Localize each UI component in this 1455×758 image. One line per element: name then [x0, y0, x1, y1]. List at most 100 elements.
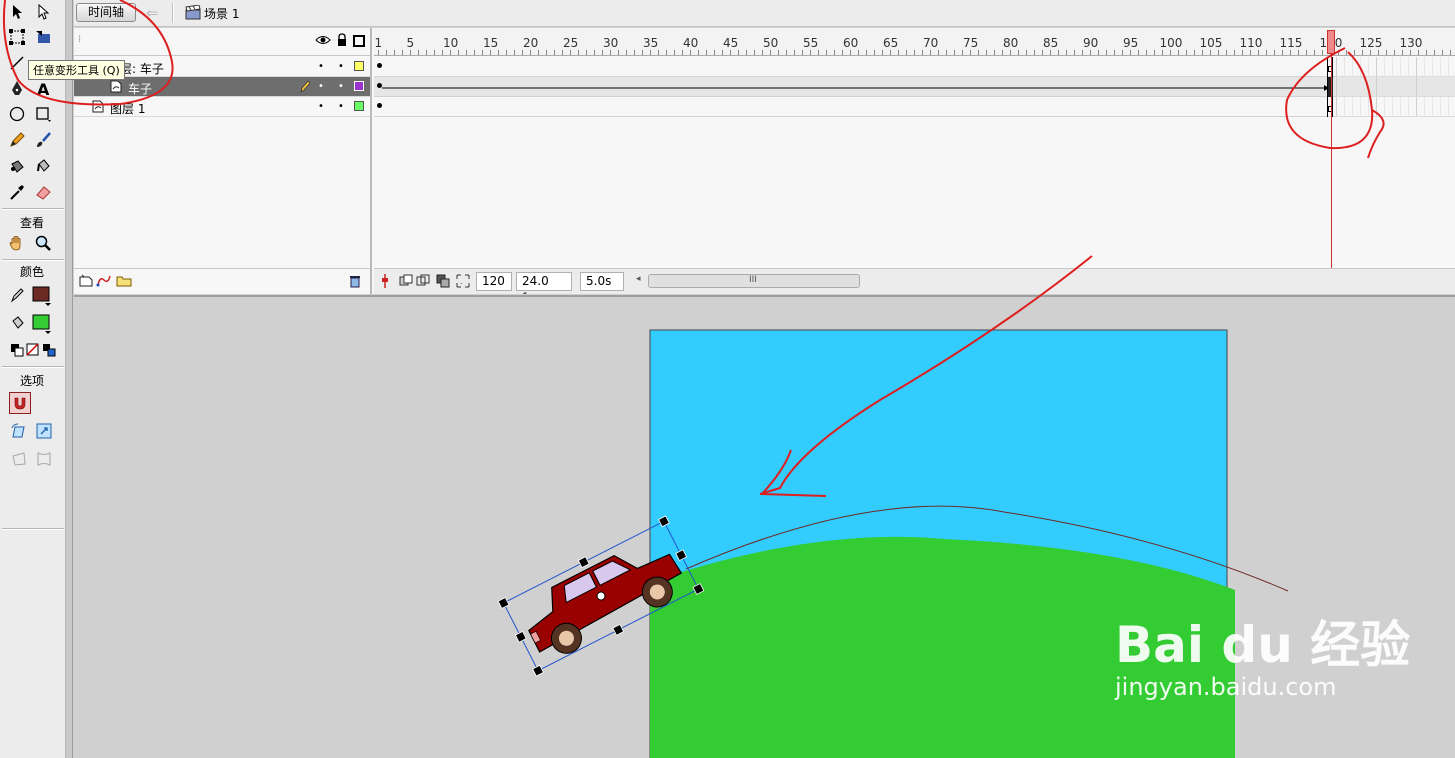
zoom-tool-icon[interactable] [32, 232, 54, 254]
pencil-tool-icon[interactable] [6, 129, 28, 151]
eye-icon[interactable] [315, 34, 331, 49]
view-section-label: 查看 [19, 216, 44, 230]
onion-skin-outlines-icon[interactable] [416, 274, 430, 291]
frame-number-label: 30 [603, 36, 619, 50]
frame-number-label: 75 [963, 36, 979, 50]
watermark-url: jingyan.baidu.com [1115, 673, 1337, 701]
modify-onion-markers-icon[interactable]: . [456, 274, 470, 291]
frame-row-guide[interactable] [374, 57, 1455, 77]
delete-layer-trash-icon[interactable] [348, 274, 362, 291]
edit-multiple-frames-icon[interactable] [436, 274, 450, 291]
colors-section-label: 颜色 [19, 265, 44, 279]
frame-number-label: 10 [443, 36, 459, 50]
options-section-label: 选项 [19, 374, 44, 388]
stroke-color-swatch[interactable] [30, 284, 52, 306]
fill-transform-tool-icon[interactable] [32, 26, 54, 48]
layer-color-swatch[interactable] [354, 81, 364, 91]
frame-row-car[interactable] [374, 77, 1455, 97]
timeline-toggle-button[interactable]: 时间轴 [76, 3, 136, 22]
frame-number-label: 55 [803, 36, 819, 50]
outline-icon[interactable] [353, 35, 365, 47]
scene-breadcrumb[interactable]: 场景 1 [204, 5, 239, 22]
selection-tool-icon[interactable] [6, 1, 28, 23]
elapsed-time-field[interactable]: 5.0s [580, 272, 624, 291]
back-arrow-icon: ⇐ [146, 4, 159, 22]
line-tool-icon[interactable] [6, 52, 28, 74]
frame-number-label: 25 [563, 36, 579, 50]
lock-dot[interactable]: • [338, 81, 344, 92]
timeline-horizontal-scrollbar[interactable]: III [648, 274, 860, 288]
frame-number-label: 5 [406, 36, 415, 50]
layer-name[interactable]: 图层 1 [110, 100, 145, 117]
center-frame-icon[interactable] [380, 274, 390, 291]
lock-dot[interactable]: • [338, 61, 344, 72]
tools-separator [2, 259, 64, 261]
frame-number-label: 85 [1043, 36, 1059, 50]
text-tool-icon[interactable]: A [32, 78, 54, 100]
subselection-tool-icon[interactable] [32, 1, 54, 23]
distort-icon [8, 448, 30, 470]
svg-text:A: A [37, 80, 50, 98]
playhead-line [1331, 54, 1332, 268]
scroll-left-arrow-icon[interactable]: ◂ [636, 274, 641, 284]
onion-skin-icon[interactable] [399, 274, 413, 291]
ink-bottle-tool-icon[interactable] [6, 155, 28, 177]
snap-magnet-icon[interactable] [9, 392, 31, 414]
swap-colors-icon[interactable] [38, 339, 60, 361]
add-motion-guide-icon[interactable] [96, 274, 112, 290]
timeline-status-bar: . 120 24.0 fps 5.0s ◂ III [374, 268, 1455, 294]
scroll-grip[interactable]: III [749, 275, 757, 285]
tool-tooltip: 任意变形工具 (Q) [28, 60, 125, 80]
layer-color-swatch[interactable] [354, 101, 364, 111]
frame-number-label: 115 [1279, 36, 1303, 50]
tools-panel-edge [66, 0, 73, 758]
visibility-dot[interactable]: • [318, 101, 324, 112]
frame-number-label: 35 [643, 36, 659, 50]
toolbar-separator [172, 3, 174, 23]
frame-number-label: 45 [723, 36, 739, 50]
brush-tool-icon[interactable] [32, 129, 54, 151]
frame-row-layer1[interactable] [374, 97, 1455, 117]
frame-number-label: 20 [523, 36, 539, 50]
layer-name[interactable]: 车子 [128, 80, 152, 97]
layer-row-car[interactable]: 车子 • • [74, 77, 370, 97]
stroke-color-pencil-icon [6, 284, 28, 306]
layer-row-layer1[interactable]: 图层 1 • • [74, 97, 370, 117]
frames-panel[interactable]: 1 5 10 15 20 25 30 35 40 45 50 55 60 65 70 75 80 85 90 95 10… [374, 28, 1455, 294]
playhead-handle[interactable] [1327, 30, 1335, 54]
layer-color-swatch[interactable] [354, 61, 364, 71]
scene-clapper-icon [185, 4, 201, 23]
current-frame-field[interactable]: 120 [476, 272, 512, 291]
frame-number-label: 65 [883, 36, 899, 50]
lock-dot[interactable]: • [338, 101, 344, 112]
eraser-tool-icon[interactable] [32, 181, 54, 203]
frame-rate-field[interactable]: 24.0 fps [516, 272, 572, 294]
frame-number-label: 95 [1123, 36, 1139, 50]
keyframe-dot[interactable] [377, 63, 382, 68]
oval-tool-icon[interactable] [6, 103, 28, 125]
frame-number-label: 105 [1199, 36, 1223, 50]
eyedropper-tool-icon[interactable] [6, 181, 28, 203]
tools-separator [2, 366, 64, 368]
rotate-skew-icon[interactable] [8, 420, 30, 442]
insert-layer-icon[interactable] [79, 274, 93, 290]
visibility-dot[interactable]: • [318, 61, 324, 72]
insert-folder-icon[interactable] [116, 274, 132, 290]
hand-tool-icon[interactable] [6, 232, 28, 254]
keyframe-dot[interactable] [377, 103, 382, 108]
rectangle-tool-icon[interactable] [32, 103, 54, 125]
frame-number-label: 90 [1083, 36, 1099, 50]
frame-number-label: 40 [683, 36, 699, 50]
paint-bucket-tool-icon[interactable] [32, 155, 54, 177]
frame-ruler[interactable]: 1 5 10 15 20 25 30 35 40 45 50 55 60 65 70 75 80 85 90 95 10… [374, 28, 1455, 56]
tools-panel: 任意变形工具 (Q) A 查看 颜色 选项 [0, 0, 125, 758]
pen-tool-icon[interactable] [6, 78, 28, 100]
fill-color-swatch[interactable] [30, 312, 52, 334]
tools-separator [2, 208, 64, 210]
tools-separator [2, 528, 64, 530]
visibility-dot[interactable]: • [318, 81, 324, 92]
lock-icon[interactable] [336, 33, 348, 50]
free-transform-tool-icon[interactable] [6, 26, 28, 48]
drag-grip-icon[interactable]: ⁞ [78, 34, 81, 45]
scale-icon[interactable] [33, 420, 55, 442]
